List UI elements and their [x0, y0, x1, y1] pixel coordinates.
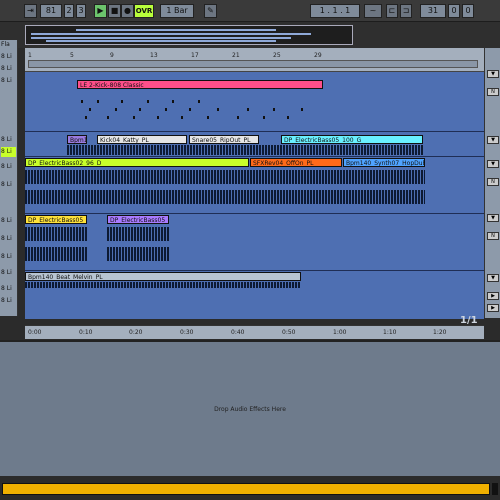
- midi-lane: LE 2-Kick-808 Classic: [25, 72, 484, 132]
- bass2-lane: DP_ElectricBass05 DP_ElectricBass05: [25, 215, 484, 271]
- track-label[interactable]: 8 Li: [1, 52, 16, 62]
- track-label[interactable]: 8 Li: [1, 147, 16, 157]
- track-label[interactable]: Fla: [1, 40, 16, 50]
- drop-effects-hint: Drop Audio Effects Here: [214, 406, 286, 413]
- scrollbar-end: [492, 483, 498, 495]
- arrangement-view[interactable]: LE 2-Kick-808 Classic Bpm1 Kick04_Katty_…: [25, 72, 484, 319]
- audio-clip[interactable]: DP_ElectricBass02_96_D: [25, 158, 249, 167]
- waveform: [25, 282, 301, 288]
- track-controls-strip: ▼ N ▼ ▼ N ▼ N ▼ ▶ ▶: [484, 48, 500, 318]
- bar-ruler[interactable]: 1 5 9 13 17 21 25 29: [25, 48, 484, 72]
- bass-lane: DP_ElectricBass02_96_D SFXRev04_OffOn_PL…: [25, 158, 484, 214]
- audio-clip[interactable]: Bpm140_Synth07_HopDub: [343, 158, 425, 167]
- ruler-tick: 25: [273, 52, 281, 59]
- transport-bar: ⇥ 81 2 3 ▶ ■ ● OVR 1 Bar ✎ 1 . 1 . 1 ~ ⊏…: [0, 0, 500, 22]
- zoom-field-c[interactable]: 0: [462, 4, 474, 18]
- ruler-tick: 13: [150, 52, 158, 59]
- time-tick: 0:40: [231, 329, 245, 336]
- time-tick: 1:20: [433, 329, 447, 336]
- song-position[interactable]: 1 . 1 . 1: [310, 4, 360, 18]
- time-tick: 0:00: [28, 329, 42, 336]
- track-fold-icon[interactable]: ▼: [487, 160, 499, 168]
- track-fold-icon[interactable]: ▼: [487, 274, 499, 282]
- waveform: [107, 247, 169, 261]
- track-label[interactable]: 8 Li: [1, 234, 16, 244]
- track-fold-icon[interactable]: ▼: [487, 70, 499, 78]
- track-label[interactable]: 8 Li: [1, 162, 16, 172]
- audio-clip[interactable]: Bpm1: [67, 135, 87, 144]
- zoom-field-b[interactable]: 0: [448, 4, 460, 18]
- ruler-tick: 29: [314, 52, 322, 59]
- quantize-select[interactable]: 1 Bar: [160, 4, 194, 18]
- audio-clip[interactable]: SFXRev04_OffOn_PL: [250, 158, 342, 167]
- ruler-tick: 5: [70, 52, 74, 59]
- track-fold-icon[interactable]: ▼: [487, 214, 499, 222]
- track-label[interactable]: 8 Li: [1, 76, 16, 86]
- time-tick: 0:50: [282, 329, 296, 336]
- waveform: [107, 227, 169, 241]
- time-tick: 0:10: [79, 329, 93, 336]
- track-label[interactable]: 8 Li: [1, 180, 16, 190]
- loop-brace[interactable]: [28, 60, 478, 68]
- audio-clip[interactable]: DP_ElectricBass05: [25, 215, 87, 224]
- waveform: [67, 145, 423, 155]
- none-select[interactable]: N: [487, 178, 499, 186]
- waveform: [25, 190, 425, 204]
- track-header-strip: Fla 8 Li 8 Li 8 Li 8 Li 8 Li 8 Li 8 Li 8…: [0, 40, 18, 316]
- none-select[interactable]: N: [487, 232, 499, 240]
- audio-clip[interactable]: Snare05_RipOut_PL: [189, 135, 259, 144]
- overdub-button[interactable]: OVR: [134, 4, 154, 18]
- track-label[interactable]: 8 Li: [1, 216, 16, 226]
- midi-clip[interactable]: LE 2-Kick-808 Classic: [77, 80, 323, 89]
- track-label[interactable]: 8 Li: [1, 284, 16, 294]
- track-fold-icon[interactable]: ▼: [487, 136, 499, 144]
- drum-lane: Bpm1 Kick04_Katty_PL Snare05_RipOut_PL D…: [25, 133, 484, 157]
- nudge-up[interactable]: 3: [76, 4, 86, 18]
- waveform: [25, 170, 425, 184]
- play-icon[interactable]: ▶: [94, 4, 107, 18]
- record-icon[interactable]: ●: [121, 4, 134, 18]
- zoom-field[interactable]: 31: [420, 4, 446, 18]
- overview-window[interactable]: [25, 25, 353, 45]
- time-tick: 1:10: [383, 329, 397, 336]
- tempo-field[interactable]: 81: [40, 4, 62, 18]
- ruler-tick: 9: [110, 52, 114, 59]
- track-label[interactable]: 8 Li: [1, 268, 16, 278]
- ruler-tick: 17: [191, 52, 199, 59]
- track-label[interactable]: 8 Li: [1, 64, 16, 74]
- tap-tempo-icon[interactable]: ⇥: [24, 4, 37, 18]
- time-ruler[interactable]: 0:00 0:10 0:20 0:30 0:40 0:50 1:00 1:10 …: [25, 325, 484, 339]
- audio-clip[interactable]: Bpm140_Beat_Melvin_PL: [25, 272, 301, 281]
- none-select[interactable]: N: [487, 88, 499, 96]
- ruler-tick: 21: [232, 52, 240, 59]
- track-label[interactable]: 8 Li: [1, 252, 16, 262]
- audio-clip[interactable]: DP_ElectricBass05_100_G: [281, 135, 423, 144]
- beat-lane: Bpm140_Beat_Melvin_PL: [25, 272, 484, 318]
- waveform: [25, 247, 87, 261]
- time-tick: 0:20: [129, 329, 143, 336]
- pencil-icon[interactable]: ✎: [204, 4, 217, 18]
- horizontal-scrollbar[interactable]: [2, 483, 490, 495]
- punch-out-icon[interactable]: ⊐: [400, 4, 412, 18]
- audio-clip[interactable]: DP_ElectricBass05: [107, 215, 169, 224]
- nav-arrow-icon[interactable]: ▶: [487, 292, 499, 300]
- time-tick: 0:30: [180, 329, 194, 336]
- track-label[interactable]: 8 Li: [1, 296, 16, 306]
- audio-clip[interactable]: Kick04_Katty_PL: [97, 135, 187, 144]
- stop-icon[interactable]: ■: [108, 4, 121, 18]
- punch-in-icon[interactable]: ⊏: [386, 4, 398, 18]
- nav-arrow-icon[interactable]: ▶: [487, 304, 499, 312]
- loop-icon[interactable]: ~: [364, 4, 382, 18]
- time-tick: 1:00: [333, 329, 347, 336]
- waveform: [25, 227, 87, 241]
- midi-notes: [81, 100, 303, 119]
- nudge-down[interactable]: 2: [64, 4, 74, 18]
- track-label[interactable]: 8 Li: [1, 135, 16, 145]
- page-indicator: 1/1: [460, 315, 478, 326]
- ruler-tick: 1: [28, 52, 32, 59]
